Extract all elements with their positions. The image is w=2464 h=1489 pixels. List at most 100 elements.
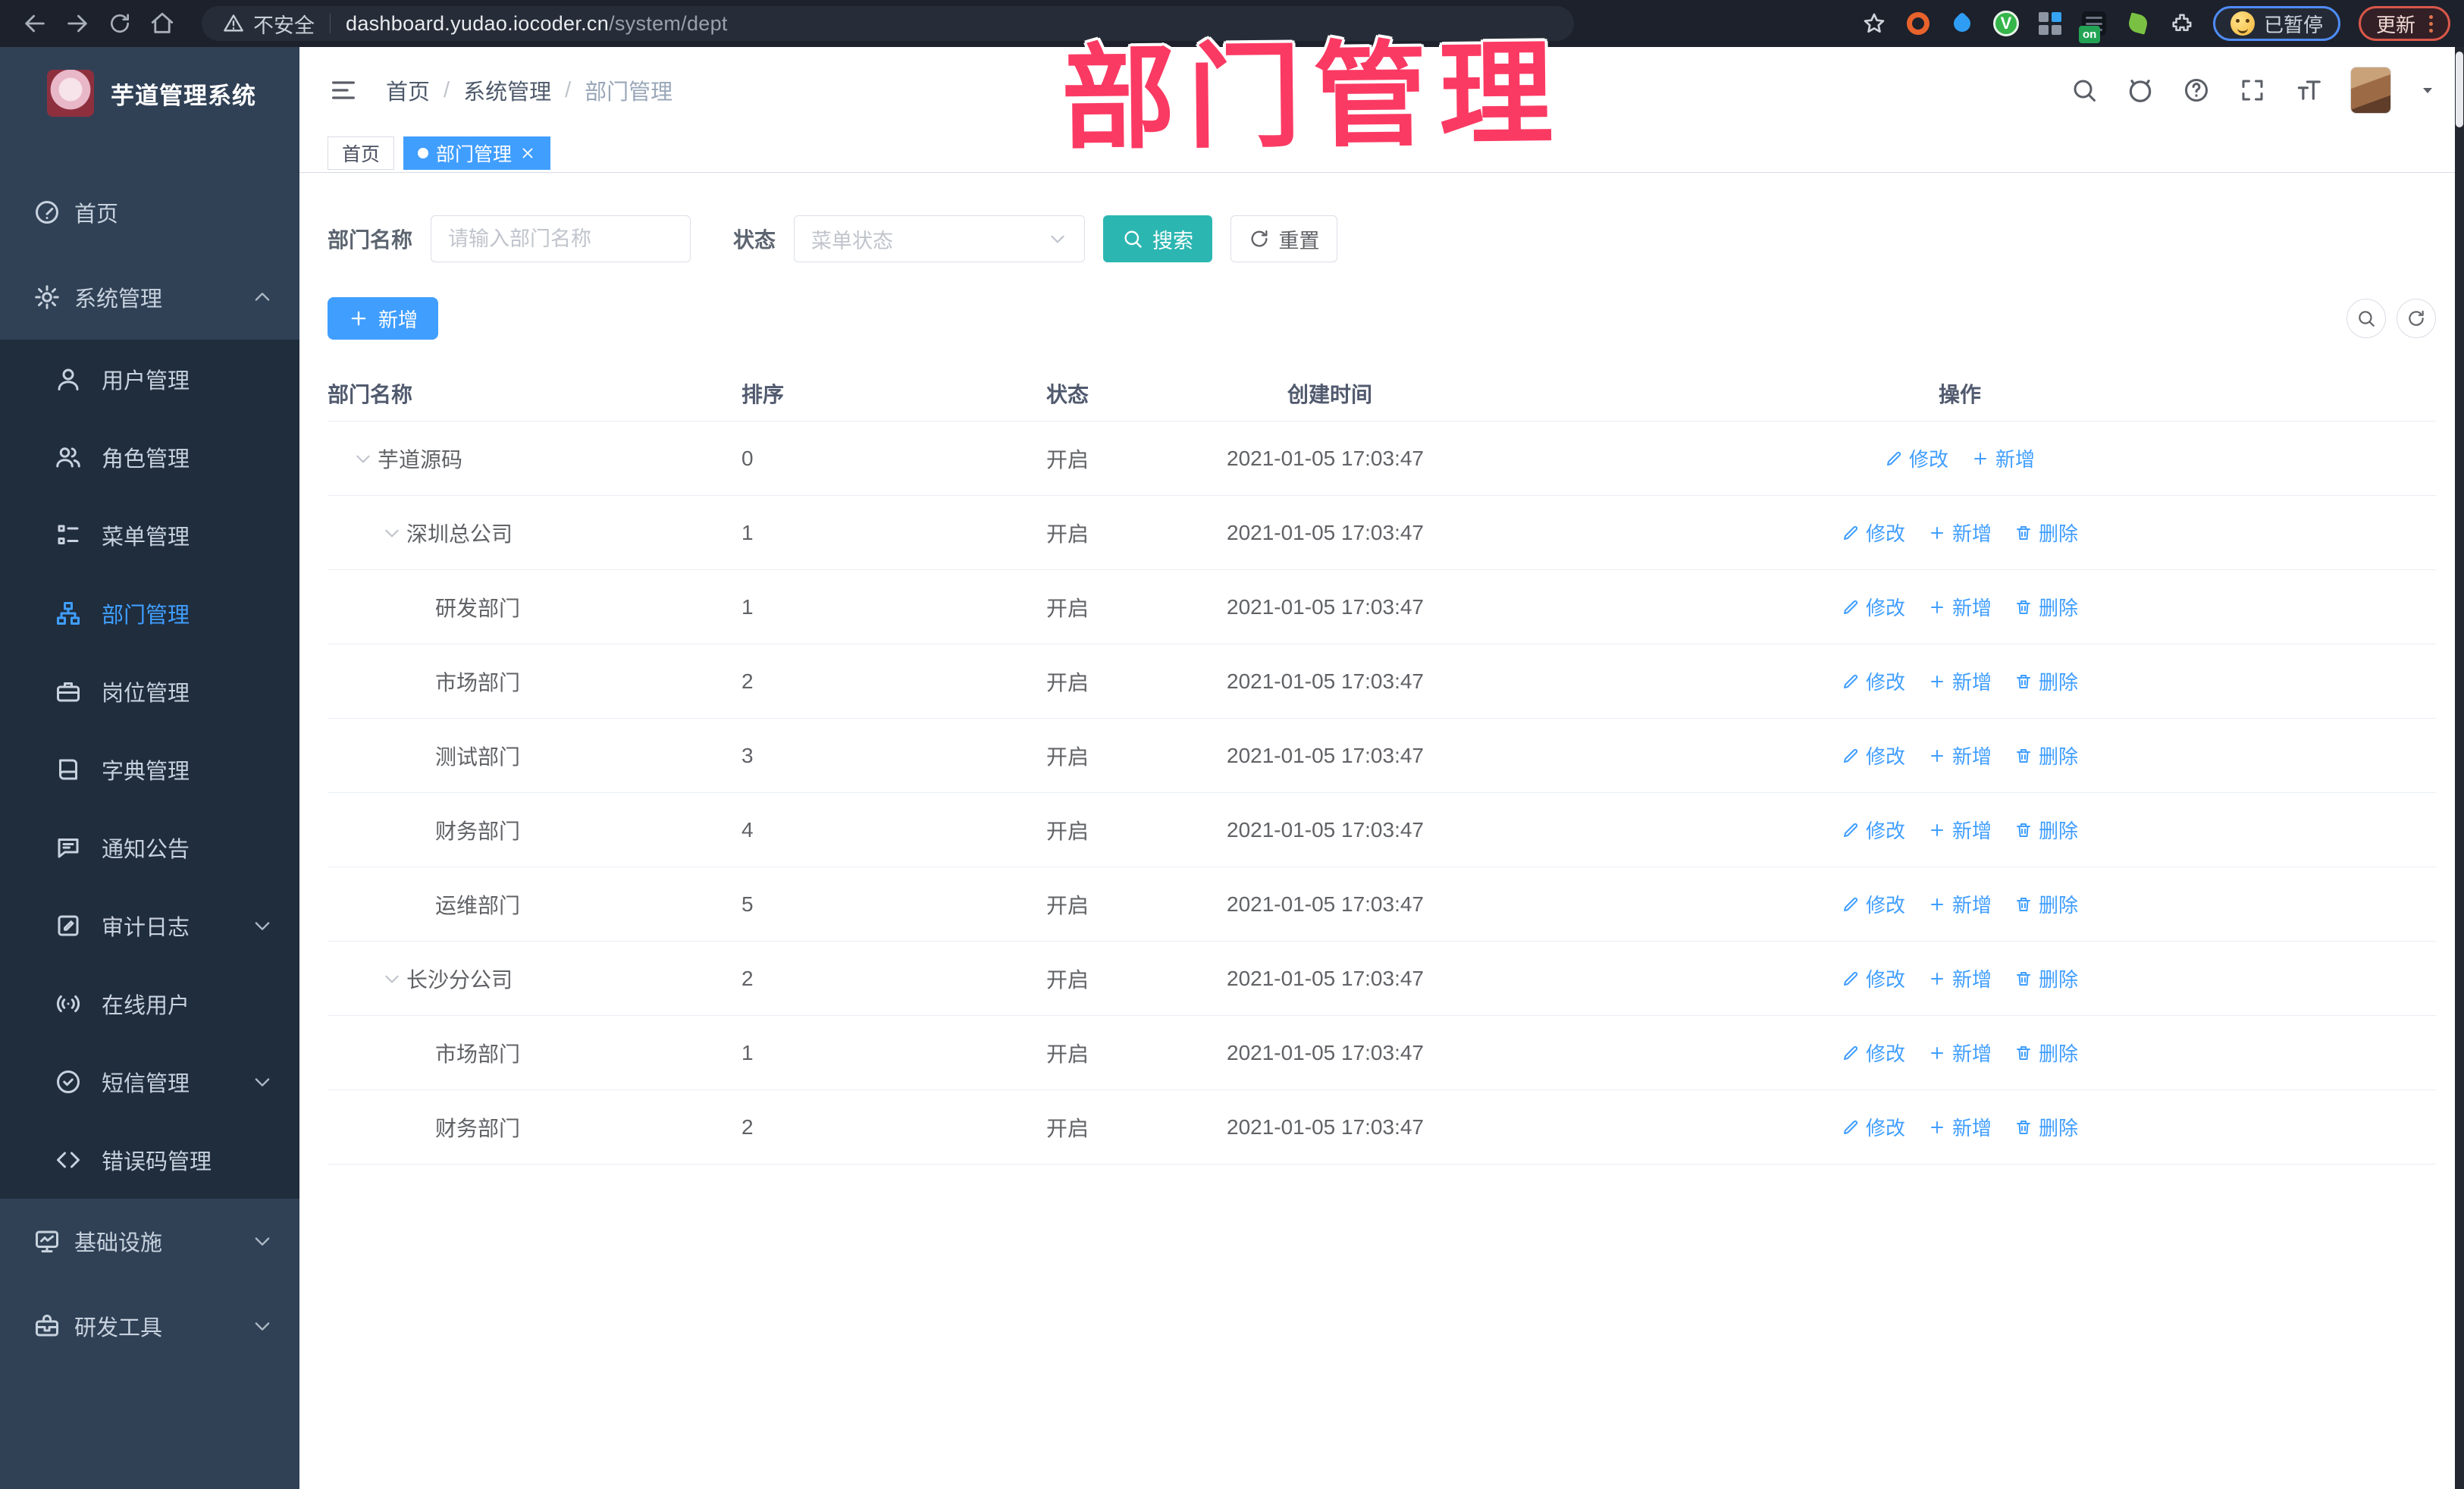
browser-menu-dots-icon[interactable] — [2429, 14, 2433, 33]
action-link-修改[interactable]: 修改 — [1842, 964, 1905, 992]
action-link-新增[interactable]: 新增 — [1928, 1039, 1992, 1067]
app-logo-row[interactable]: 芋道管理系统 — [0, 47, 299, 139]
toggle-search-button[interactable] — [2346, 299, 2386, 338]
ext-leaf-icon[interactable] — [2125, 11, 2151, 36]
tab-close-icon[interactable] — [519, 145, 536, 161]
action-link-新增[interactable]: 新增 — [1971, 444, 2035, 472]
table-row-9[interactable]: 财务部门 2 开启 2021-01-05 17:03:47 修改 新增 删除 — [328, 1090, 2436, 1165]
browser-back-button[interactable] — [14, 5, 56, 42]
action-link-删除[interactable]: 删除 — [2014, 964, 2078, 992]
tab-1[interactable]: 部门管理 — [403, 136, 551, 170]
action-link-修改[interactable]: 修改 — [1842, 667, 1905, 695]
font-size-icon[interactable] — [2294, 76, 2323, 105]
sidebar-item-8[interactable]: 通知公告 — [0, 808, 299, 886]
sidebar-toggle-hamburger-icon[interactable] — [327, 74, 360, 107]
action-link-修改[interactable]: 修改 — [1842, 593, 1905, 621]
ext-grid-icon[interactable] — [2037, 11, 2063, 36]
sidebar-item-3[interactable]: 角色管理 — [0, 418, 299, 496]
github-icon[interactable] — [2126, 76, 2155, 105]
sidebar-item-2[interactable]: 用户管理 — [0, 340, 299, 418]
browser-home-button[interactable] — [141, 5, 183, 42]
action-link-新增[interactable]: 新增 — [1928, 519, 1992, 547]
action-link-删除[interactable]: 删除 — [2014, 741, 2078, 770]
tree-expand-chevron-icon[interactable] — [382, 969, 402, 989]
action-link-删除[interactable]: 删除 — [2014, 816, 2078, 844]
ext-target-icon[interactable] — [1905, 11, 1931, 36]
table-row-3[interactable]: 市场部门 2 开启 2021-01-05 17:03:47 修改 新增 删除 — [328, 644, 2436, 719]
table-row-8[interactable]: 市场部门 1 开启 2021-01-05 17:03:47 修改 新增 删除 — [328, 1016, 2436, 1090]
browser-forward-button[interactable] — [56, 5, 99, 42]
table-row-1[interactable]: 深圳总公司 1 开启 2021-01-05 17:03:47 修改 新增 删除 — [328, 496, 2436, 570]
action-link-新增[interactable]: 新增 — [1928, 890, 1992, 918]
refresh-table-button[interactable] — [2397, 299, 2436, 338]
search-button[interactable]: 搜索 — [1103, 215, 1213, 262]
header-search-icon[interactable] — [2070, 76, 2099, 105]
update-label: 更新 — [2375, 13, 2415, 36]
breadcrumb-separator: / — [565, 77, 572, 102]
action-link-新增[interactable]: 新增 — [1928, 816, 1992, 844]
action-link-删除[interactable]: 删除 — [2014, 593, 2078, 621]
page-scrollbar[interactable] — [2455, 47, 2464, 1489]
action-link-修改[interactable]: 修改 — [1885, 444, 1948, 472]
page-scrollbar-thumb[interactable] — [2456, 52, 2463, 127]
browser-update-button[interactable]: 更新 — [2358, 6, 2450, 41]
not-secure-warning-icon — [223, 13, 244, 34]
reset-button[interactable]: 重置 — [1230, 215, 1338, 262]
browser-reload-button[interactable] — [99, 5, 141, 42]
sidebar-item-6[interactable]: 岗位管理 — [0, 652, 299, 730]
breadcrumb-item-1[interactable]: 系统管理 — [463, 74, 551, 106]
action-link-修改[interactable]: 修改 — [1842, 519, 1905, 547]
sidebar-item-7[interactable]: 字典管理 — [0, 730, 299, 808]
action-link-修改[interactable]: 修改 — [1842, 890, 1905, 918]
bookmark-star-icon[interactable] — [1861, 11, 1887, 36]
action-link-新增[interactable]: 新增 — [1928, 593, 1992, 621]
action-link-修改[interactable]: 修改 — [1842, 816, 1905, 844]
action-link-删除[interactable]: 删除 — [2014, 1113, 2078, 1141]
ext-switch-icon[interactable]: on — [2078, 11, 2107, 43]
tab-0[interactable]: 首页 — [328, 136, 395, 170]
ext-v-icon[interactable]: V — [1992, 11, 2019, 36]
action-link-新增[interactable]: 新增 — [1928, 964, 1992, 992]
action-link-修改[interactable]: 修改 — [1842, 1039, 1905, 1067]
breadcrumb-item-0[interactable]: 首页 — [386, 74, 430, 106]
table-row-7[interactable]: 长沙分公司 2 开启 2021-01-05 17:03:47 修改 新增 删除 — [328, 942, 2436, 1016]
action-link-删除[interactable]: 删除 — [2014, 667, 2078, 695]
action-link-修改[interactable]: 修改 — [1842, 1113, 1905, 1141]
action-link-新增[interactable]: 新增 — [1928, 741, 1992, 770]
extensions-puzzle-icon[interactable] — [2169, 11, 2195, 36]
table-row-6[interactable]: 运维部门 5 开启 2021-01-05 17:03:47 修改 新增 删除 — [328, 867, 2436, 942]
table-row-2[interactable]: 研发部门 1 开启 2021-01-05 17:03:47 修改 新增 删除 — [328, 570, 2436, 644]
sidebar-item-10[interactable]: 在线用户 — [0, 964, 299, 1042]
action-link-修改[interactable]: 修改 — [1842, 741, 1905, 770]
action-link-删除[interactable]: 删除 — [2014, 519, 2078, 547]
table-row-4[interactable]: 测试部门 3 开启 2021-01-05 17:03:47 修改 新增 删除 — [328, 719, 2436, 793]
sidebar-item-5[interactable]: 部门管理 — [0, 574, 299, 652]
sidebar-item-0[interactable]: 首页 — [0, 170, 299, 255]
sidebar-item-13[interactable]: 基础设施 — [0, 1199, 299, 1284]
sidebar-menu: 首页 系统管理 用户管理角色管理菜单管理 部门管理 岗位管理 字典管理 通知公告 审计日志 在线… — [0, 139, 299, 1368]
tree-expand-chevron-icon[interactable] — [382, 523, 402, 543]
dept-name-input[interactable] — [431, 215, 691, 262]
status-select[interactable]: 菜单状态 — [794, 215, 1086, 262]
table-row-5[interactable]: 财务部门 4 开启 2021-01-05 17:03:47 修改 新增 删除 — [328, 793, 2436, 867]
sidebar-item-11[interactable]: 短信管理 — [0, 1042, 299, 1121]
action-link-新增[interactable]: 新增 — [1928, 667, 1992, 695]
sidebar-item-1[interactable]: 系统管理 — [0, 255, 299, 340]
action-link-新增[interactable]: 新增 — [1928, 1113, 1992, 1141]
ext-drop-icon[interactable] — [1949, 11, 1975, 36]
fullscreen-icon[interactable] — [2238, 76, 2267, 105]
sidebar-item-14[interactable]: 研发工具 — [0, 1284, 299, 1368]
sidebar-item-label: 角色管理 — [102, 447, 190, 472]
sidebar-item-9[interactable]: 审计日志 — [0, 886, 299, 964]
help-question-icon[interactable] — [2182, 76, 2211, 105]
action-link-删除[interactable]: 删除 — [2014, 1039, 2078, 1067]
add-button[interactable]: 新增 — [328, 297, 438, 340]
profile-paused-pill[interactable]: 已暂停 — [2212, 6, 2340, 41]
sidebar-item-12[interactable]: 错误码管理 — [0, 1121, 299, 1199]
action-link-删除[interactable]: 删除 — [2014, 890, 2078, 918]
avatar-caret-down-icon[interactable] — [2419, 81, 2437, 99]
tree-expand-chevron-icon[interactable] — [353, 449, 373, 469]
user-avatar[interactable] — [2350, 67, 2391, 114]
sidebar-item-4[interactable]: 菜单管理 — [0, 496, 299, 574]
table-row-0[interactable]: 芋道源码 0 开启 2021-01-05 17:03:47 修改 新增 — [328, 422, 2436, 496]
